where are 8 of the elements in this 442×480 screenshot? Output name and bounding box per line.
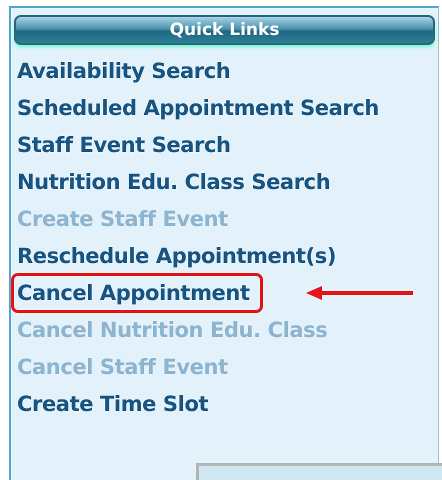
quick-link[interactable]: Staff Event Search — [11, 124, 244, 164]
quick-link[interactable]: Scheduled Appointment Search — [11, 88, 392, 128]
quick-link[interactable]: Nutrition Edu. Class Search — [11, 162, 344, 202]
quick-link[interactable]: Availability Search — [11, 50, 244, 90]
quick-link[interactable]: Reschedule Appointment(s) — [11, 236, 350, 276]
quick-link[interactable]: Create Time Slot — [11, 384, 222, 424]
quick-link[interactable]: Cancel Appointment — [11, 272, 263, 312]
panel-title: Quick Links — [14, 15, 435, 45]
